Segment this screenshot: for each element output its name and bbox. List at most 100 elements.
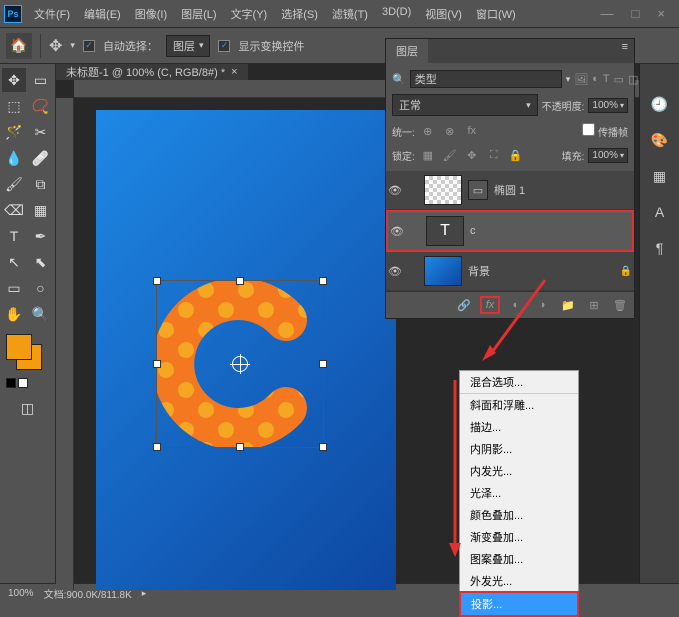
path-select-tool[interactable]: ↖ — [2, 250, 26, 274]
zoom-level[interactable]: 100% — [8, 588, 34, 599]
quick-mask-tool[interactable]: ◫ — [16, 396, 40, 420]
fx-pattern-overlay[interactable]: 图案叠加... — [460, 548, 578, 570]
menu-filter[interactable]: 滤镜(T) — [326, 2, 374, 26]
close-tab-icon[interactable]: × — [231, 66, 237, 78]
direct-select-tool[interactable]: ⬉ — [29, 250, 53, 274]
lock-all-icon[interactable]: 🔒 — [507, 146, 525, 164]
layer-mask-thumb[interactable]: ▭ — [468, 180, 488, 200]
fx-color-overlay[interactable]: 颜色叠加... — [460, 504, 578, 526]
group-button[interactable]: 📁 — [558, 296, 578, 314]
swatches-icon[interactable]: ▦ — [650, 166, 670, 186]
minimize-button[interactable]: — — [601, 6, 614, 21]
opacity-input[interactable]: 100%▾ — [588, 98, 628, 113]
dropdown-icon[interactable]: ▾ — [70, 40, 75, 51]
menu-type[interactable]: 文字(Y) — [225, 2, 274, 26]
right-dock: 🕘 🎨 ▦ A ¶ — [639, 64, 679, 583]
layer-thumb[interactable]: T — [426, 216, 464, 246]
auto-select-checkbox[interactable]: ✓ — [83, 40, 95, 52]
menu-edit[interactable]: 编辑(E) — [78, 2, 127, 26]
unify-vis-icon[interactable]: ⊗ — [441, 122, 459, 140]
menu-file[interactable]: 文件(F) — [28, 2, 76, 26]
fx-inner-shadow[interactable]: 内阴影... — [460, 438, 578, 460]
visibility-icon[interactable]: 👁 — [388, 265, 402, 278]
show-transform-checkbox[interactable]: ✓ — [218, 40, 230, 52]
visibility-icon[interactable]: 👁 — [388, 184, 402, 197]
fx-inner-glow[interactable]: 内发光... — [460, 460, 578, 482]
filter-smart-icon[interactable]: ◫ — [628, 70, 638, 88]
lock-nest-icon[interactable]: ⛶ — [485, 146, 503, 164]
lock-trans-icon[interactable]: ▦ — [419, 146, 437, 164]
layer-thumb[interactable] — [424, 256, 462, 286]
layer-filter-select[interactable] — [410, 70, 562, 88]
fx-drop-shadow[interactable]: 投影... — [459, 591, 579, 617]
filter-type-icon[interactable]: T — [603, 70, 610, 88]
canvas[interactable] — [96, 110, 396, 590]
menu-select[interactable]: 选择(S) — [275, 2, 324, 26]
color-icon[interactable]: 🎨 — [650, 130, 670, 150]
unify-style-icon[interactable]: fx — [463, 122, 481, 140]
auto-select-target[interactable]: 图层▾ — [166, 35, 211, 57]
layer-item-ellipse[interactable]: 👁 ▭ 椭圆 1 — [386, 171, 634, 210]
marquee-tool[interactable]: ⬚ — [2, 94, 26, 118]
filter-shape-icon[interactable]: ▭ — [614, 70, 624, 88]
close-button[interactable]: × — [657, 6, 665, 21]
lock-paint-icon[interactable]: 🖌 — [441, 146, 459, 164]
lock-pos-icon[interactable]: ✥ — [463, 146, 481, 164]
unify-pos-icon[interactable]: ⊕ — [419, 122, 437, 140]
layer-name[interactable]: 椭圆 1 — [494, 182, 632, 198]
fg-swatch[interactable] — [6, 334, 32, 360]
healing-tool[interactable]: 🩹 — [29, 146, 53, 170]
fx-bevel[interactable]: 斜面和浮雕... — [460, 394, 578, 416]
move-tool[interactable]: ✥ — [2, 68, 26, 92]
stamp-tool[interactable]: ⧉ — [29, 172, 53, 196]
maximize-button[interactable]: □ — [632, 6, 640, 21]
document-tab[interactable]: 未标题-1 @ 100% (C, RGB/8#) * × — [56, 64, 248, 80]
hand-tool[interactable]: ✋ — [2, 302, 26, 326]
transform-box[interactable] — [156, 280, 324, 448]
lock-label: 锁定: — [392, 148, 415, 163]
new-layer-button[interactable]: ⊞ — [584, 296, 604, 314]
link-layers-button[interactable]: 🔗 — [454, 296, 474, 314]
zoom-tool[interactable]: 🔍 — [29, 302, 53, 326]
crop-tool[interactable]: ✂ — [29, 120, 53, 144]
fx-outer-glow[interactable]: 外发光... — [460, 570, 578, 592]
fx-satin[interactable]: 光泽... — [460, 482, 578, 504]
menu-3d[interactable]: 3D(D) — [376, 2, 417, 26]
filter-pixel-icon[interactable]: 🖼 — [574, 70, 588, 88]
fill-input[interactable]: 100%▾ — [588, 148, 628, 163]
layer-thumb[interactable] — [424, 175, 462, 205]
color-swatches[interactable] — [6, 334, 46, 374]
brush-tool[interactable]: 🖌 — [2, 172, 26, 196]
lasso-tool[interactable]: 📿 — [29, 94, 53, 118]
rectangle-tool[interactable]: ▭ — [2, 276, 26, 300]
menu-window[interactable]: 窗口(W) — [470, 2, 522, 26]
ellipse-tool[interactable]: ○ — [29, 276, 53, 300]
panel-menu-icon[interactable]: ≡ — [616, 39, 634, 63]
menu-layer[interactable]: 图层(L) — [175, 2, 222, 26]
character-icon[interactable]: A — [650, 202, 670, 222]
menu-view[interactable]: 视图(V) — [419, 2, 468, 26]
ruler-vertical[interactable] — [56, 98, 74, 590]
filter-adjust-icon[interactable]: ◐ — [592, 70, 599, 88]
delete-layer-button[interactable]: 🗑 — [610, 296, 630, 314]
menu-image[interactable]: 图像(I) — [129, 2, 173, 26]
home-button[interactable]: 🏠 — [6, 33, 32, 59]
layers-tab[interactable]: 图层 — [386, 39, 428, 63]
gradient-tool[interactable]: ▦ — [29, 198, 53, 222]
paragraph-icon[interactable]: ¶ — [650, 238, 670, 258]
fx-blend-options[interactable]: 混合选项... — [460, 371, 578, 394]
layer-item-text-c[interactable]: 👁 T c — [386, 210, 634, 252]
blend-mode-select[interactable]: 正常▾ — [392, 94, 538, 116]
visibility-icon[interactable]: 👁 — [390, 225, 404, 238]
eraser-tool[interactable]: ⌫ — [2, 198, 26, 222]
fx-gradient-overlay[interactable]: 渐变叠加... — [460, 526, 578, 548]
propagate-checkbox[interactable] — [582, 123, 595, 136]
layer-name[interactable]: c — [470, 225, 630, 237]
eyedropper-tool[interactable]: 💧 — [2, 146, 26, 170]
pen-tool[interactable]: ✒ — [29, 224, 53, 248]
artboard-tool[interactable]: ▭ — [29, 68, 53, 92]
history-icon[interactable]: 🕘 — [650, 94, 670, 114]
fx-stroke[interactable]: 描边... — [460, 416, 578, 438]
type-tool[interactable]: T — [2, 224, 26, 248]
quick-select-tool[interactable]: 🪄 — [2, 120, 26, 144]
